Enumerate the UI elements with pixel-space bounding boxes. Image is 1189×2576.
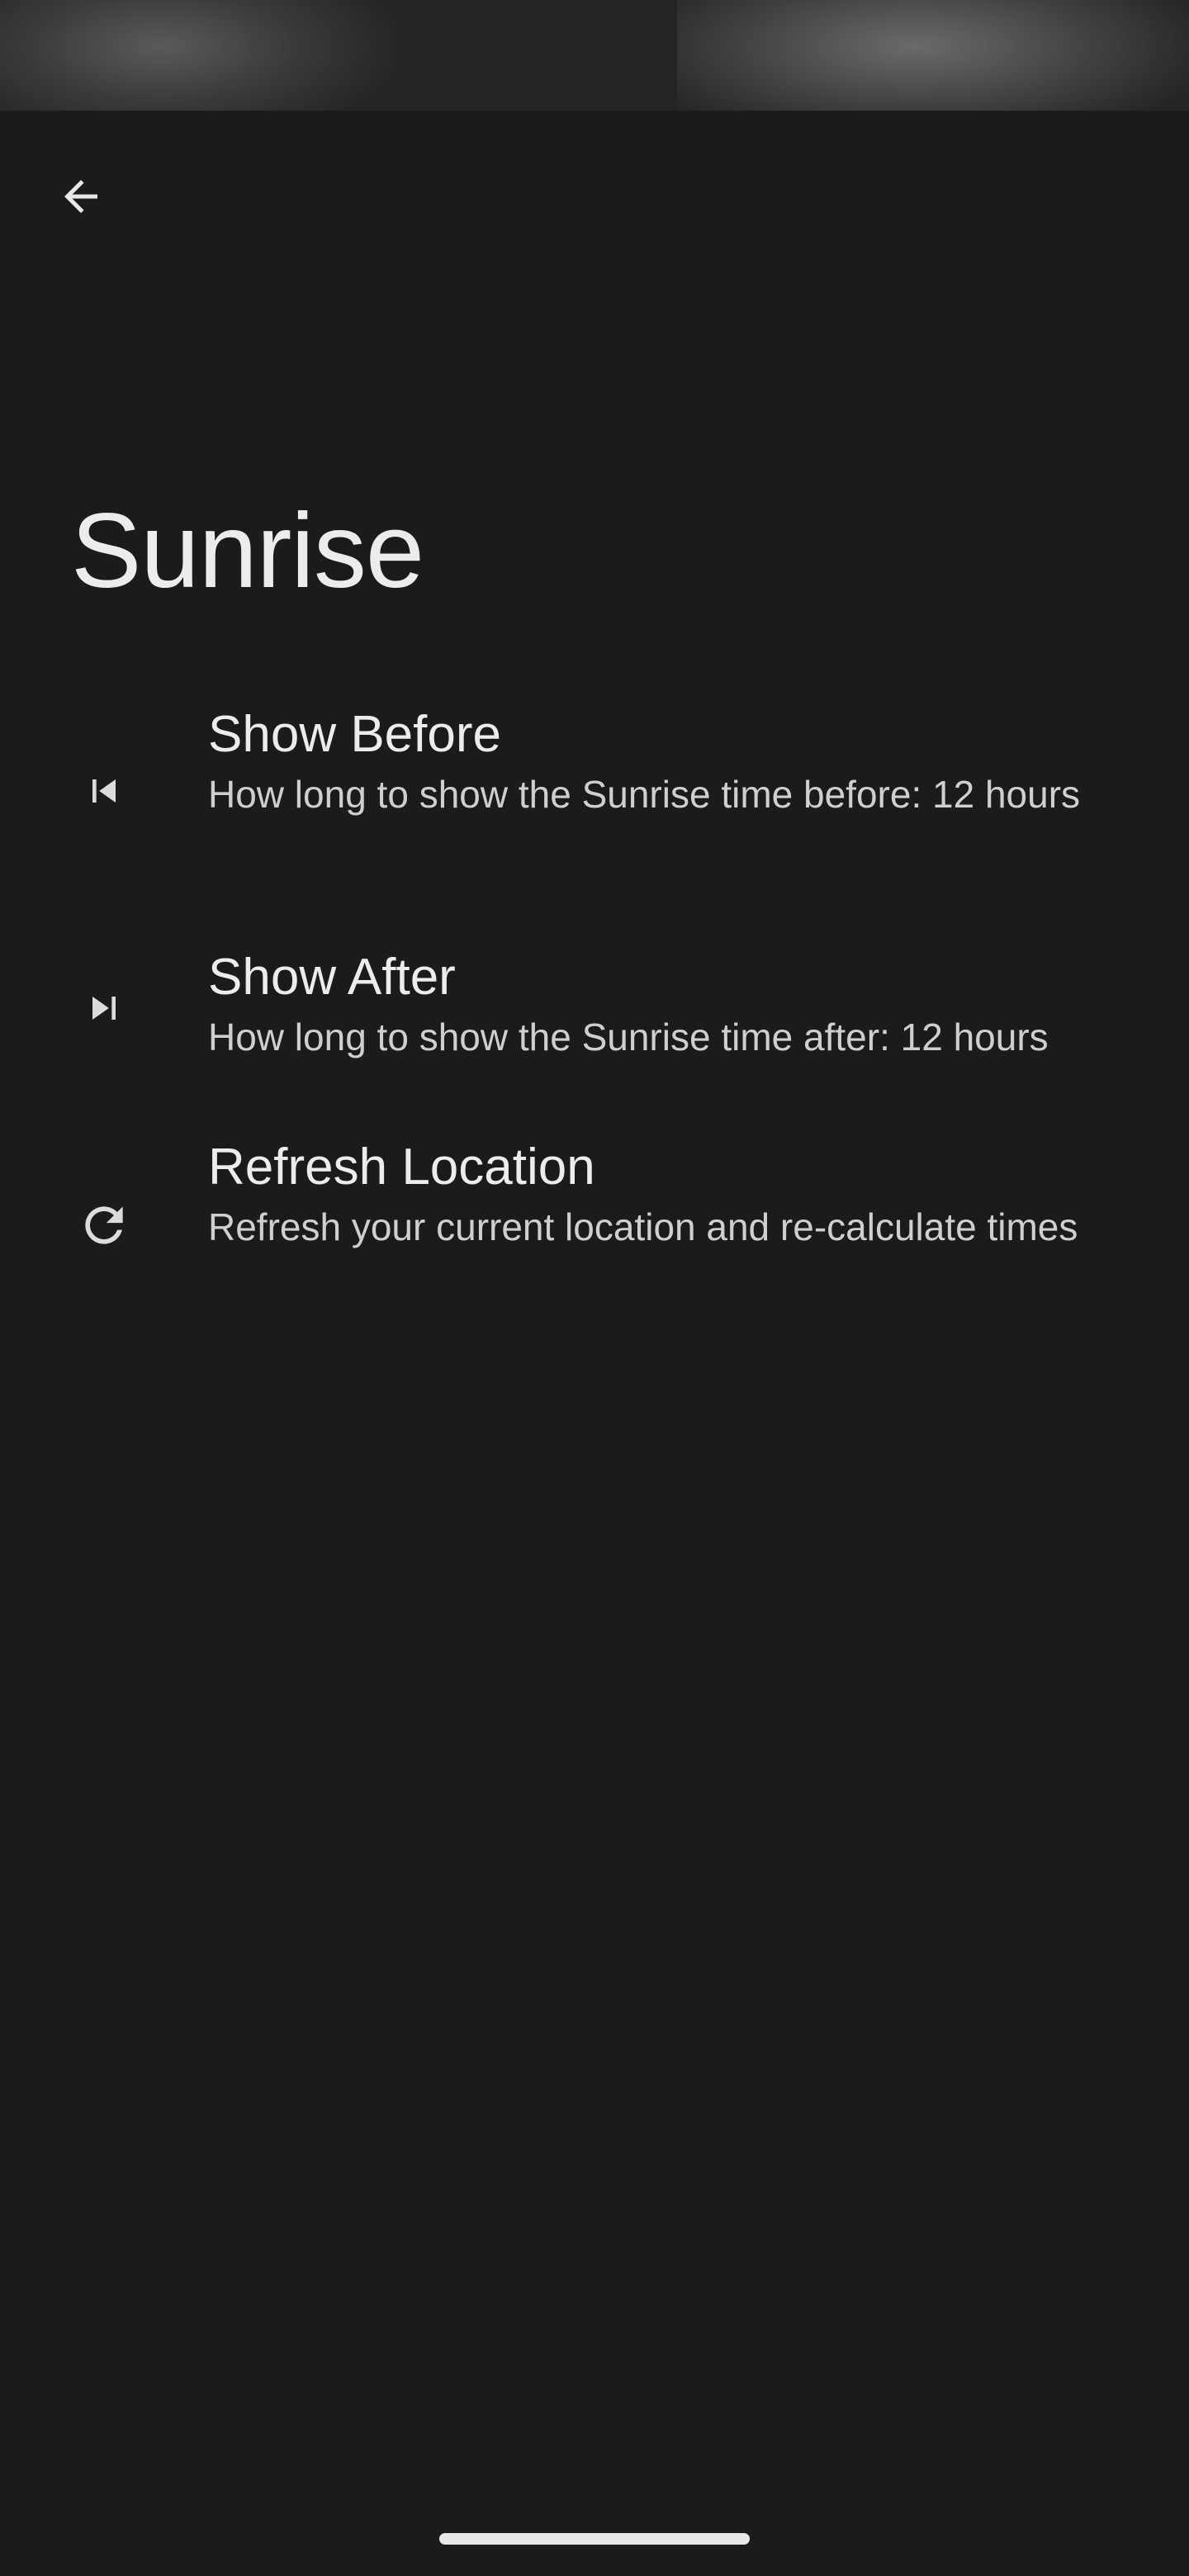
setting-show-after[interactable]: Show After How long to show the Sunrise … [0,933,1189,1082]
status-bar-blur-left [0,0,396,111]
refresh-icon [71,1192,137,1258]
setting-title: Refresh Location [208,1139,595,1196]
skip-previous-icon [71,758,137,824]
back-button[interactable] [41,157,121,236]
setting-summary: How long to show the Sunrise time before… [208,773,1081,816]
status-bar-blur-right [677,0,1189,111]
gesture-nav-handle[interactable] [439,2533,750,2545]
setting-summary: How long to show the Sunrise time after:… [208,1016,1049,1058]
arrow-back-icon [64,180,97,213]
setting-summary: Refresh your current location and re-cal… [208,1205,1078,1248]
skip-next-icon [71,975,137,1041]
setting-title: Show After [208,949,456,1006]
setting-refresh-location[interactable]: Refresh Location Refresh your current lo… [0,1123,1189,1321]
status-bar [0,0,1189,111]
setting-title: Show Before [208,706,501,763]
setting-show-before[interactable]: Show Before How long to show the Sunrise… [0,694,1189,892]
page-title: Sunrise [71,492,424,610]
